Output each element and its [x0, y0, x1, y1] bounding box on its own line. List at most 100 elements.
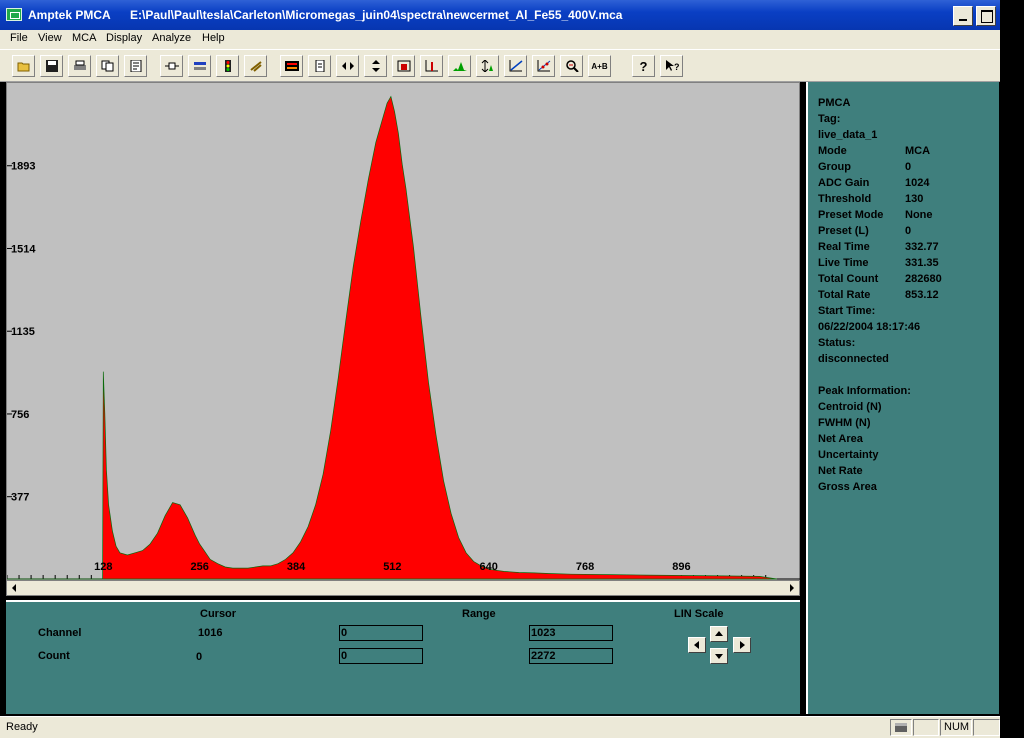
traffic-light-icon[interactable]: [216, 55, 239, 77]
report-icon[interactable]: [124, 55, 147, 77]
peak-info-item: Centroid (N): [818, 401, 882, 413]
auto-scale-icon[interactable]: [476, 55, 499, 77]
zoom-icon[interactable]: [560, 55, 583, 77]
arrow-right-icon: [740, 641, 745, 649]
app-title: Amptek PMCA: [28, 8, 111, 22]
num-lock-indicator: NUM: [940, 719, 972, 736]
info-label: Preset (L): [818, 225, 869, 237]
peak-info-heading: Peak Information:: [818, 385, 911, 397]
menu-help[interactable]: Help: [202, 32, 225, 44]
y-tick-label: 377: [11, 492, 29, 504]
menu-display[interactable]: Display: [106, 32, 142, 44]
status-cell-blank-2: [973, 719, 1000, 736]
menu-file[interactable]: File: [10, 32, 28, 44]
minimize-button[interactable]: [953, 6, 973, 26]
x-tick-label: 768: [576, 561, 594, 573]
status-text: Ready: [6, 721, 38, 733]
peak-info-item: Net Rate: [818, 465, 863, 477]
x-tick-label: 512: [383, 561, 401, 573]
peak-info-item: Gross Area: [818, 481, 877, 493]
x-tick-label: 256: [191, 561, 209, 573]
info-label: Group: [818, 161, 851, 173]
count-label: Count: [38, 650, 70, 662]
info-value: 0: [905, 161, 912, 173]
x-tick-label: 896: [672, 561, 690, 573]
range-header: Range: [462, 608, 496, 620]
y-tick-label: 756: [11, 409, 29, 421]
roi-icon[interactable]: [280, 55, 303, 77]
linear-fit-icon[interactable]: [504, 55, 527, 77]
scale-down-button[interactable]: [710, 648, 728, 664]
save-icon[interactable]: [40, 55, 63, 77]
tag-value: live_data_1: [818, 129, 878, 141]
app-icon[interactable]: [6, 8, 22, 21]
scale-right-button[interactable]: [733, 637, 751, 653]
context-help-icon[interactable]: ?: [660, 55, 683, 77]
status-cell-blank: [913, 719, 939, 736]
cursor-count-value: 0: [196, 651, 203, 663]
scale-up-button[interactable]: [710, 626, 728, 642]
log-scale-icon[interactable]: [392, 55, 415, 77]
horizontal-scrollbar[interactable]: [6, 580, 800, 596]
peak-icon[interactable]: [448, 55, 471, 77]
print-icon[interactable]: [68, 55, 91, 77]
range-count-min-field[interactable]: 0: [339, 648, 423, 664]
x-tick-label: 384: [287, 561, 306, 573]
info-value: 853.12: [905, 289, 939, 301]
printer-icon: [895, 723, 907, 732]
open-icon[interactable]: [12, 55, 35, 77]
info-value: 0: [905, 225, 912, 237]
printer-status-cell: [890, 719, 912, 736]
arrow-left-icon: [694, 641, 699, 649]
y-tick-label: 1135: [11, 326, 35, 338]
menu-view[interactable]: View: [38, 32, 62, 44]
peak-info-item: Net Area: [818, 433, 863, 445]
range-channel-max-field[interactable]: 1023: [529, 625, 613, 641]
status-value: disconnected: [818, 353, 889, 365]
info-label: Total Rate: [818, 289, 871, 301]
info-label: Total Count: [818, 273, 879, 285]
info-value: 332.77: [905, 241, 939, 253]
range-channel-min-field[interactable]: 0: [339, 625, 423, 641]
scale-left-button[interactable]: [688, 637, 706, 653]
scroll-left-button[interactable]: [8, 582, 22, 594]
copy-icon[interactable]: [96, 55, 119, 77]
cursor-channel-value: 1016: [198, 627, 223, 639]
arrow-down-icon: [715, 654, 723, 659]
bar-display-icon[interactable]: [420, 55, 443, 77]
info-label: Real Time: [818, 241, 870, 253]
info-panel: PMCA Tag: live_data_1 Mode MCA Group 0 ADC G…: [806, 82, 999, 714]
calibrate-icon[interactable]: [532, 55, 555, 77]
horizontal-expand-icon[interactable]: [336, 55, 359, 77]
maximize-button[interactable]: [976, 6, 996, 26]
info-value: None: [905, 209, 933, 221]
notes-icon[interactable]: [308, 55, 331, 77]
menu-analyze[interactable]: Analyze: [152, 32, 191, 44]
channel-label: Channel: [38, 627, 82, 639]
menu-mca[interactable]: MCA: [72, 32, 96, 44]
tag-label: Tag:: [818, 113, 841, 125]
info-value: 130: [905, 193, 924, 205]
scroll-right-button[interactable]: [784, 582, 798, 594]
x-tick-label: 128: [94, 561, 112, 573]
toolbar: A+B ? ?: [0, 49, 1000, 82]
info-label: Threshold: [818, 193, 872, 205]
acquire-icon[interactable]: [188, 55, 211, 77]
a-plus-b-icon[interactable]: A+B: [588, 55, 611, 77]
menu-bar: File View MCA Display Analyze Help: [0, 30, 1000, 49]
info-label: ADC Gain: [818, 177, 870, 189]
x-tick-label: 640: [480, 561, 498, 573]
clear-icon[interactable]: [244, 55, 267, 77]
vertical-expand-icon[interactable]: [364, 55, 387, 77]
spectrum-chart[interactable]: 377 756 1135 1514 1893 128 256 384 512 640 768 896: [7, 83, 801, 581]
spectrum-plot[interactable]: 377 756 1135 1514 1893 128 256 384 512 640 768 896: [6, 82, 801, 596]
y-tick-label: 1893: [11, 161, 35, 173]
info-value: 331.35: [905, 257, 939, 269]
scale-label: LIN Scale: [674, 608, 724, 620]
help-icon[interactable]: ?: [632, 55, 655, 77]
range-count-max-field[interactable]: 2272: [529, 648, 613, 664]
start-time-value: 06/22/2004 18:17:46: [818, 321, 921, 333]
peak-info-item: Uncertainty: [818, 449, 879, 461]
connect-icon[interactable]: [160, 55, 183, 77]
info-value: MCA: [905, 145, 931, 157]
